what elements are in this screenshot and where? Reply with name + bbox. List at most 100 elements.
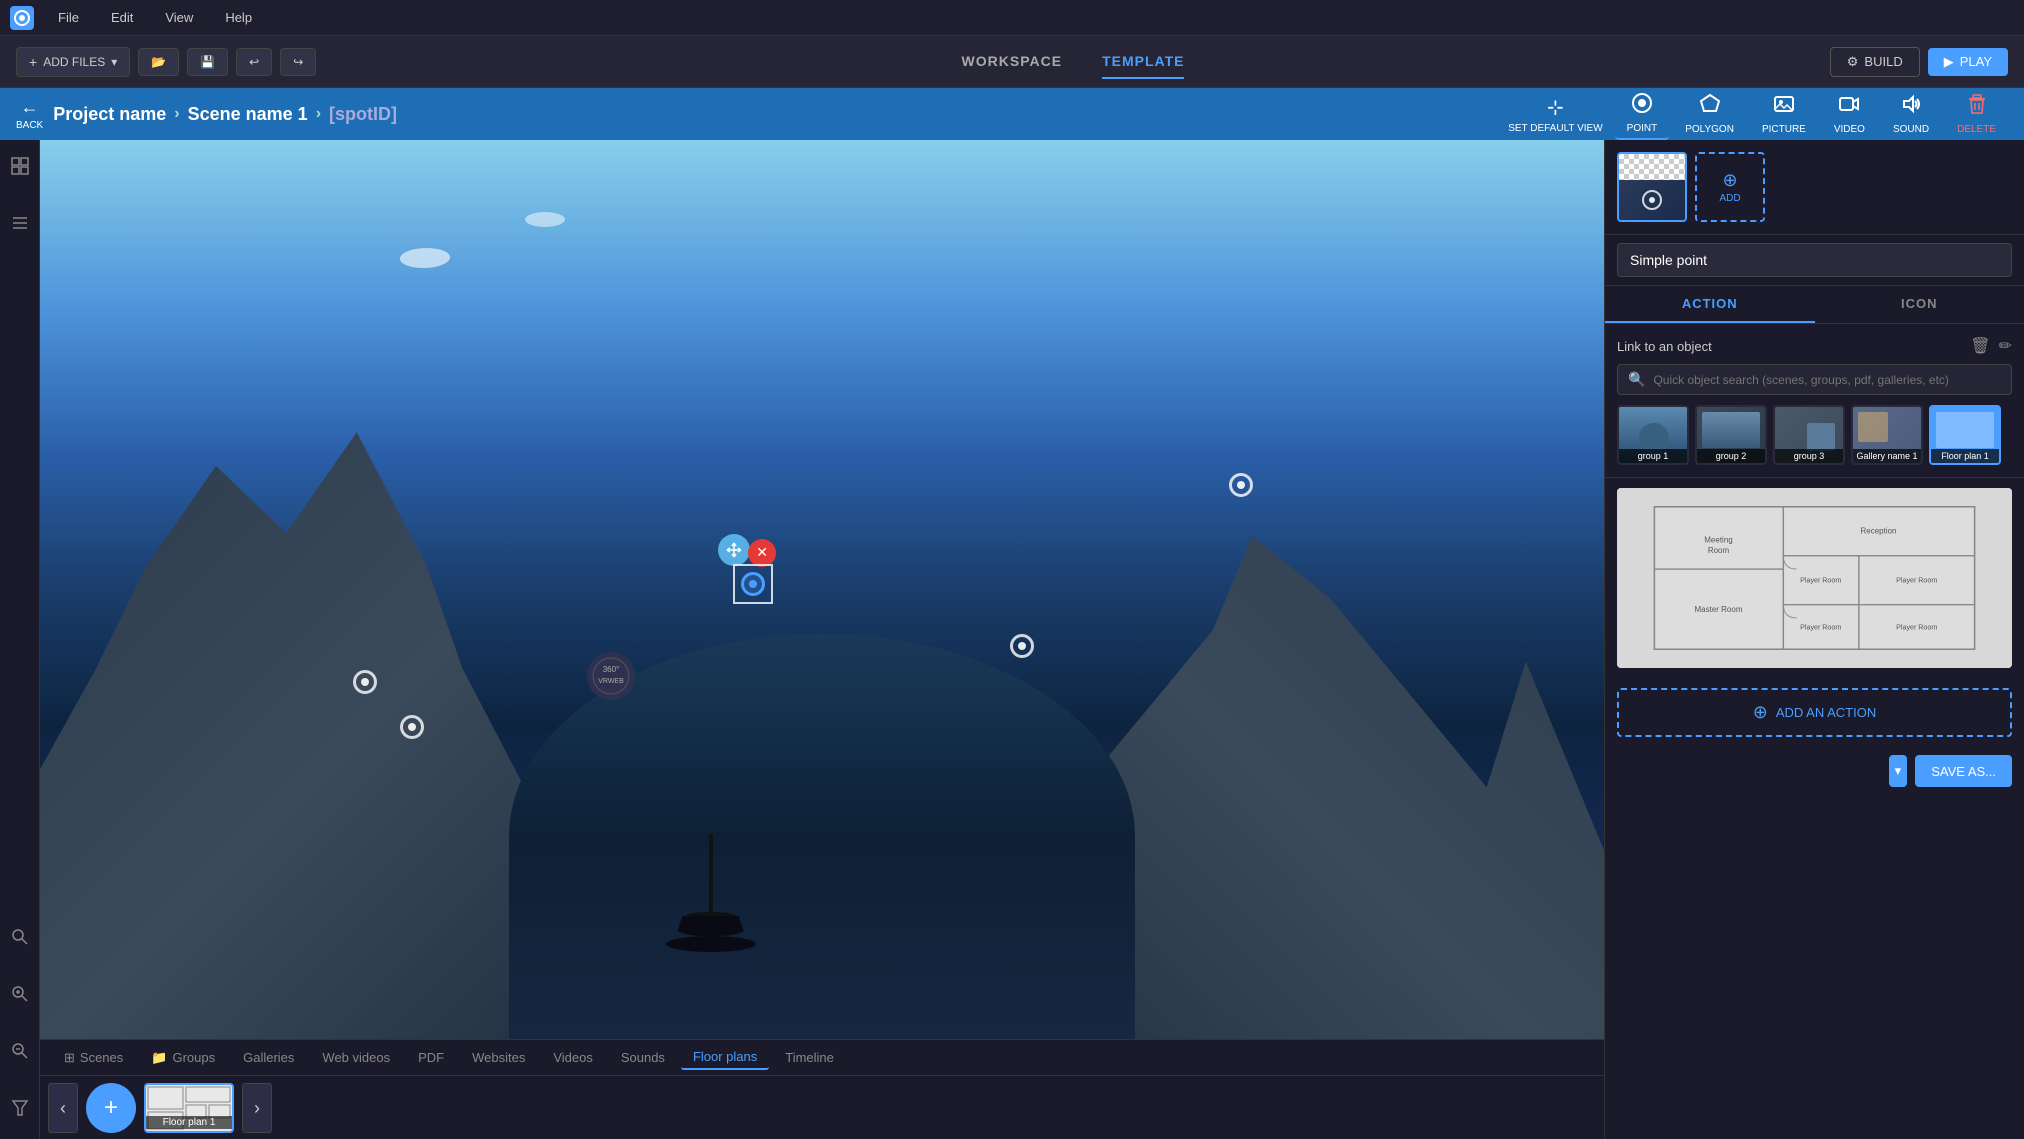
tab-template[interactable]: TEMPLATE: [1102, 45, 1184, 79]
obj-item-group2[interactable]: group 2: [1695, 405, 1767, 465]
sidebar-list-icon[interactable]: [4, 207, 36, 244]
scenes-icon: ⊞: [64, 1050, 75, 1066]
save-as-button[interactable]: SAVE AS...: [1915, 755, 2012, 787]
tab-icon[interactable]: ICON: [1815, 286, 2024, 323]
floor-plan-thumb-1[interactable]: Floor plan 1: [144, 1083, 234, 1133]
marker-360[interactable]: 360° VRWEB: [587, 652, 635, 700]
obj-label-group3: group 3: [1775, 449, 1843, 463]
obj-label-floorplan1: Floor plan 1: [1931, 449, 1999, 463]
chevron-down-icon: ▾: [111, 55, 117, 69]
tab-timeline[interactable]: Timeline: [773, 1046, 846, 1069]
selected-hotspot-container[interactable]: ✕: [728, 554, 788, 614]
svg-text:Player Room: Player Room: [1896, 624, 1937, 632]
object-grid: group 1 group 2 group 3: [1617, 405, 2012, 465]
undo-button[interactable]: ↩: [236, 48, 272, 76]
tool-video-button[interactable]: VIDEO: [1822, 89, 1877, 139]
add-point-button[interactable]: ⊕ ADD: [1695, 152, 1765, 222]
point-tool-icon: [1631, 92, 1653, 120]
sidebar-filter-icon[interactable]: [4, 1092, 36, 1129]
obj-item-gallery1[interactable]: Gallery name 1: [1851, 405, 1923, 465]
add-files-button[interactable]: + ADD FILES ▾: [16, 47, 130, 77]
tab-floor-plans[interactable]: Floor plans: [681, 1045, 769, 1070]
project-name[interactable]: Project name: [53, 104, 166, 125]
menu-file[interactable]: File: [50, 6, 87, 29]
build-button[interactable]: ⚙ BUILD: [1830, 47, 1920, 77]
svg-text:Reception: Reception: [1860, 527, 1896, 536]
action-icon-tabs: ACTION ICON: [1605, 286, 2024, 324]
sidebar-zoom-in-icon[interactable]: [4, 978, 36, 1015]
redo-button[interactable]: ↪: [280, 48, 316, 76]
edit-link-button[interactable]: ✏: [1999, 336, 2012, 356]
tool-delete-button[interactable]: DELETE: [1945, 89, 2008, 139]
tab-videos[interactable]: Videos: [541, 1046, 605, 1069]
svg-text:Room: Room: [1708, 546, 1730, 555]
move-handle[interactable]: [718, 534, 750, 566]
sidebar-search-icon[interactable]: [4, 921, 36, 958]
prev-button[interactable]: ‹: [48, 1083, 78, 1133]
menu-help[interactable]: Help: [217, 6, 260, 29]
scene-header-tools: ⊹ SET DEFAULT VIEW POINT POLYGON PICTURE: [407, 88, 2008, 140]
link-header: Link to an object 🗑 ✏: [1617, 336, 2012, 356]
obj-item-group1[interactable]: group 1: [1617, 405, 1689, 465]
tab-web-videos[interactable]: Web videos: [310, 1046, 402, 1069]
next-button[interactable]: ›: [242, 1083, 272, 1133]
sidebar-zoom-out-icon[interactable]: [4, 1035, 36, 1072]
sidebar-scenes-icon[interactable]: [4, 150, 36, 187]
add-action-button[interactable]: ⊕ ADD AN ACTION: [1617, 688, 2012, 737]
menu-view[interactable]: View: [157, 6, 201, 29]
folder-open-icon: 📂: [151, 55, 166, 69]
hotspot-4[interactable]: [400, 715, 424, 739]
link-section: Link to an object 🗑 ✏ 🔍 group 1: [1605, 324, 2024, 478]
viewport-bg[interactable]: 360° VRWEB ✕: [40, 140, 1604, 1039]
boat: [666, 834, 756, 994]
point-name-input[interactable]: [1617, 243, 2012, 277]
tab-websites[interactable]: Websites: [460, 1046, 537, 1069]
tool-picture-button[interactable]: PICTURE: [1750, 89, 1818, 139]
save-dropdown-button[interactable]: ▾: [1889, 755, 1908, 787]
back-button[interactable]: ← BACK: [16, 97, 43, 131]
svg-text:Player Room: Player Room: [1896, 576, 1937, 584]
play-button[interactable]: ▶ PLAY: [1928, 48, 2008, 76]
obj-label-gallery1: Gallery name 1: [1853, 449, 1921, 463]
obj-item-floorplan1[interactable]: Floor plan 1: [1929, 405, 2001, 465]
delete-link-button[interactable]: 🗑: [1970, 336, 1990, 356]
tab-workspace[interactable]: WORKSPACE: [962, 45, 1063, 79]
scene-header: ← BACK Project name › Scene name 1 › [sp…: [0, 88, 2024, 140]
tab-pdf[interactable]: PDF: [406, 1046, 456, 1069]
search-input[interactable]: [1653, 373, 2001, 387]
add-action-icon: ⊕: [1753, 702, 1768, 723]
undo-icon: ↩: [249, 55, 259, 69]
hotspot-3[interactable]: [1010, 634, 1034, 658]
link-action-buttons: 🗑 ✏: [1970, 336, 2012, 356]
tab-scenes[interactable]: ⊞ Scenes: [52, 1046, 135, 1070]
obj-item-group3[interactable]: group 3: [1773, 405, 1845, 465]
selected-hotspot[interactable]: [741, 572, 765, 596]
tool-polygon-button[interactable]: POLYGON: [1673, 89, 1746, 139]
floor-plan-inner: Meeting Room Reception Master Room Playe…: [1617, 488, 2012, 668]
save-section: ▾ SAVE AS...: [1617, 755, 2012, 787]
sound-tool-icon: [1900, 93, 1922, 121]
scene-name[interactable]: Scene name 1: [188, 104, 308, 125]
delete-hotspot-button[interactable]: ✕: [748, 539, 776, 567]
tab-groups[interactable]: 📁 Groups: [139, 1046, 227, 1070]
tool-point-button[interactable]: POINT: [1615, 88, 1670, 140]
svg-text:VRWEB: VRWEB: [599, 678, 625, 685]
add-icon: ⊕: [1722, 170, 1737, 191]
tool-sound-button[interactable]: SOUND: [1881, 89, 1941, 139]
point-thumb-1[interactable]: [1617, 152, 1687, 222]
spot-id[interactable]: [spotID]: [329, 104, 397, 125]
tab-galleries[interactable]: Galleries: [231, 1046, 306, 1069]
svg-text:Master Room: Master Room: [1694, 605, 1742, 614]
hotspot-2[interactable]: [1229, 473, 1253, 497]
picture-tool-icon: [1773, 93, 1795, 121]
bottom-content: ‹ + Floor plan 1 ›: [40, 1076, 1604, 1139]
plus-icon: +: [29, 54, 37, 70]
set-default-view-button[interactable]: ⊹ SET DEFAULT VIEW: [1500, 91, 1610, 138]
save-button[interactable]: 💾: [187, 48, 228, 76]
add-floor-plan-button[interactable]: +: [86, 1083, 136, 1133]
tab-action[interactable]: ACTION: [1605, 286, 1815, 323]
tab-sounds[interactable]: Sounds: [609, 1046, 677, 1069]
polygon-tool-icon: [1699, 93, 1721, 121]
menu-edit[interactable]: Edit: [103, 6, 141, 29]
open-folder-button[interactable]: 📂: [138, 48, 179, 76]
